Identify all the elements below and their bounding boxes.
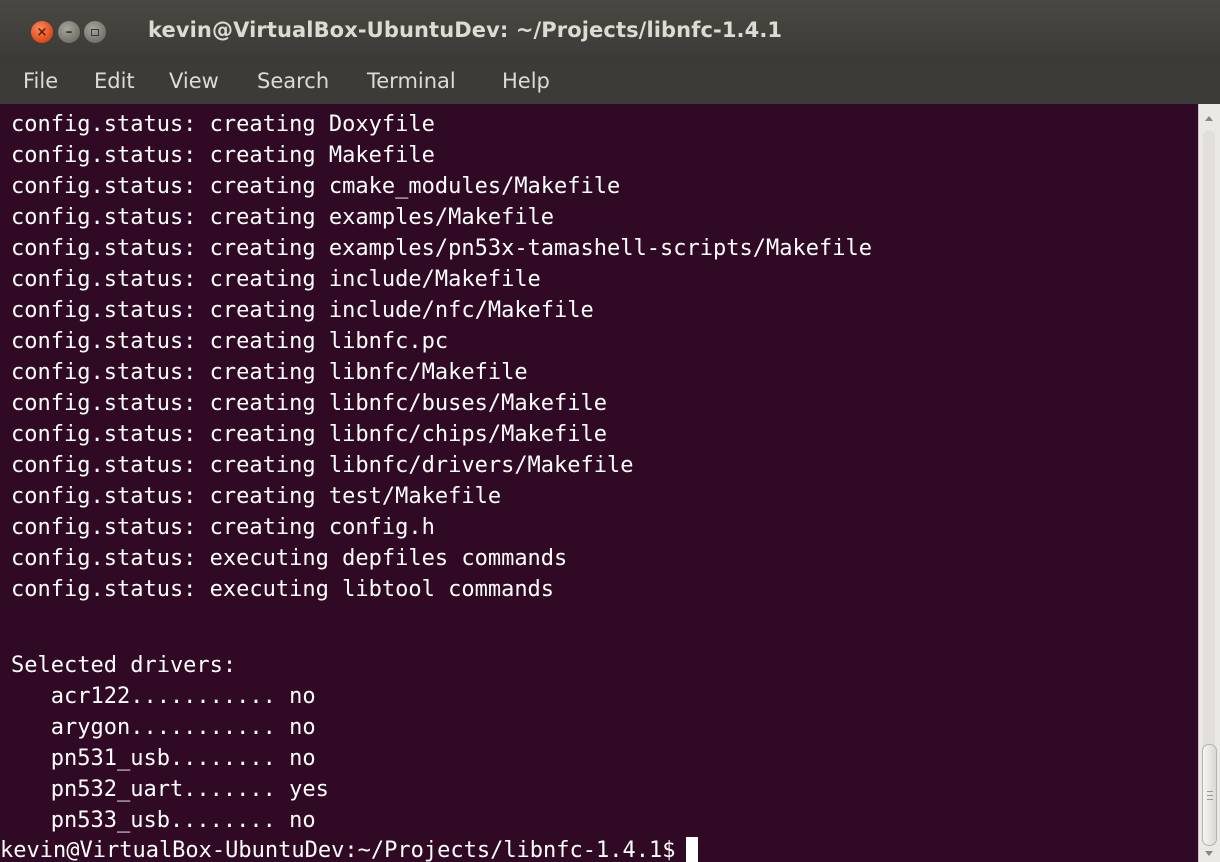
driver-line: acr122........... no: [11, 684, 316, 709]
minimize-button[interactable]: –: [58, 21, 80, 43]
close-button[interactable]: ×: [31, 21, 53, 43]
shell-prompt: kevin@VirtualBox-UbuntuDev:~/Projects/li…: [0, 838, 676, 862]
close-icon: ×: [36, 24, 48, 40]
window-title: kevin@VirtualBox-UbuntuDev: ~/Projects/l…: [148, 18, 783, 42]
terminal-line: config.status: creating Makefile: [11, 143, 435, 168]
shell-prompt-line[interactable]: kevin@VirtualBox-UbuntuDev:~/Projects/li…: [0, 835, 698, 862]
maximize-icon: [91, 28, 99, 36]
minimize-icon: –: [65, 24, 73, 40]
terminal-line: config.status: creating libnfc/Makefile: [11, 360, 528, 385]
menu-edit[interactable]: Edit: [94, 69, 135, 93]
terminal-line: config.status: creating examples/Makefil…: [11, 205, 555, 230]
text-cursor: [685, 837, 698, 862]
menu-search[interactable]: Search: [257, 69, 329, 93]
terminal-output[interactable]: config.status: creating Doxyfile config.…: [0, 104, 1198, 862]
menu-help[interactable]: Help: [502, 69, 550, 93]
terminal-line: config.status: creating examples/pn53x-t…: [11, 236, 872, 261]
scroll-thumb[interactable]: [1202, 744, 1217, 846]
terminal-window: × – kevin@VirtualBox-UbuntuDev: ~/Projec…: [0, 0, 1220, 862]
terminal-line: config.status: executing depfiles comman…: [11, 546, 568, 571]
terminal-line: config.status: creating include/Makefile: [11, 267, 541, 292]
maximize-button[interactable]: [84, 21, 106, 43]
terminal-line: config.status: creating cmake_modules/Ma…: [11, 174, 621, 199]
menu-terminal[interactable]: Terminal: [367, 69, 456, 93]
terminal-line: config.status: executing libtool command…: [11, 577, 555, 602]
menu-file[interactable]: File: [23, 69, 58, 93]
terminal-line: config.status: creating libnfc.pc: [11, 329, 449, 354]
menu-view[interactable]: View: [169, 69, 219, 93]
vertical-scrollbar[interactable]: [1198, 104, 1220, 862]
driver-line: pn531_usb........ no: [11, 746, 316, 771]
driver-line: pn533_usb........ no: [11, 808, 316, 833]
terminal-line: config.status: creating include/nfc/Make…: [11, 298, 594, 323]
driver-line: pn532_uart....... yes: [11, 777, 329, 802]
scroll-down-arrow-icon[interactable]: [1205, 851, 1213, 856]
scroll-track[interactable]: [1203, 130, 1215, 844]
driver-line: arygon........... no: [11, 715, 316, 740]
menu-bar: File Edit View Search Terminal Help: [0, 62, 1220, 105]
terminal-line: config.status: creating config.h: [11, 515, 435, 540]
grip-line: [1207, 791, 1213, 792]
terminal-line: config.status: creating Doxyfile: [11, 112, 435, 137]
terminal-line: config.status: creating test/Makefile: [11, 484, 502, 509]
terminal-line: Selected drivers:: [11, 653, 237, 678]
terminal-line: config.status: creating libnfc/chips/Mak…: [11, 422, 608, 447]
terminal-line: config.status: creating libnfc/drivers/M…: [11, 453, 634, 478]
scroll-up-arrow-icon[interactable]: [1205, 116, 1213, 121]
grip-line: [1207, 795, 1213, 796]
terminal-line: config.status: creating libnfc/buses/Mak…: [11, 391, 608, 416]
grip-line: [1207, 799, 1213, 800]
title-bar[interactable]: × – kevin@VirtualBox-UbuntuDev: ~/Projec…: [0, 0, 1220, 62]
